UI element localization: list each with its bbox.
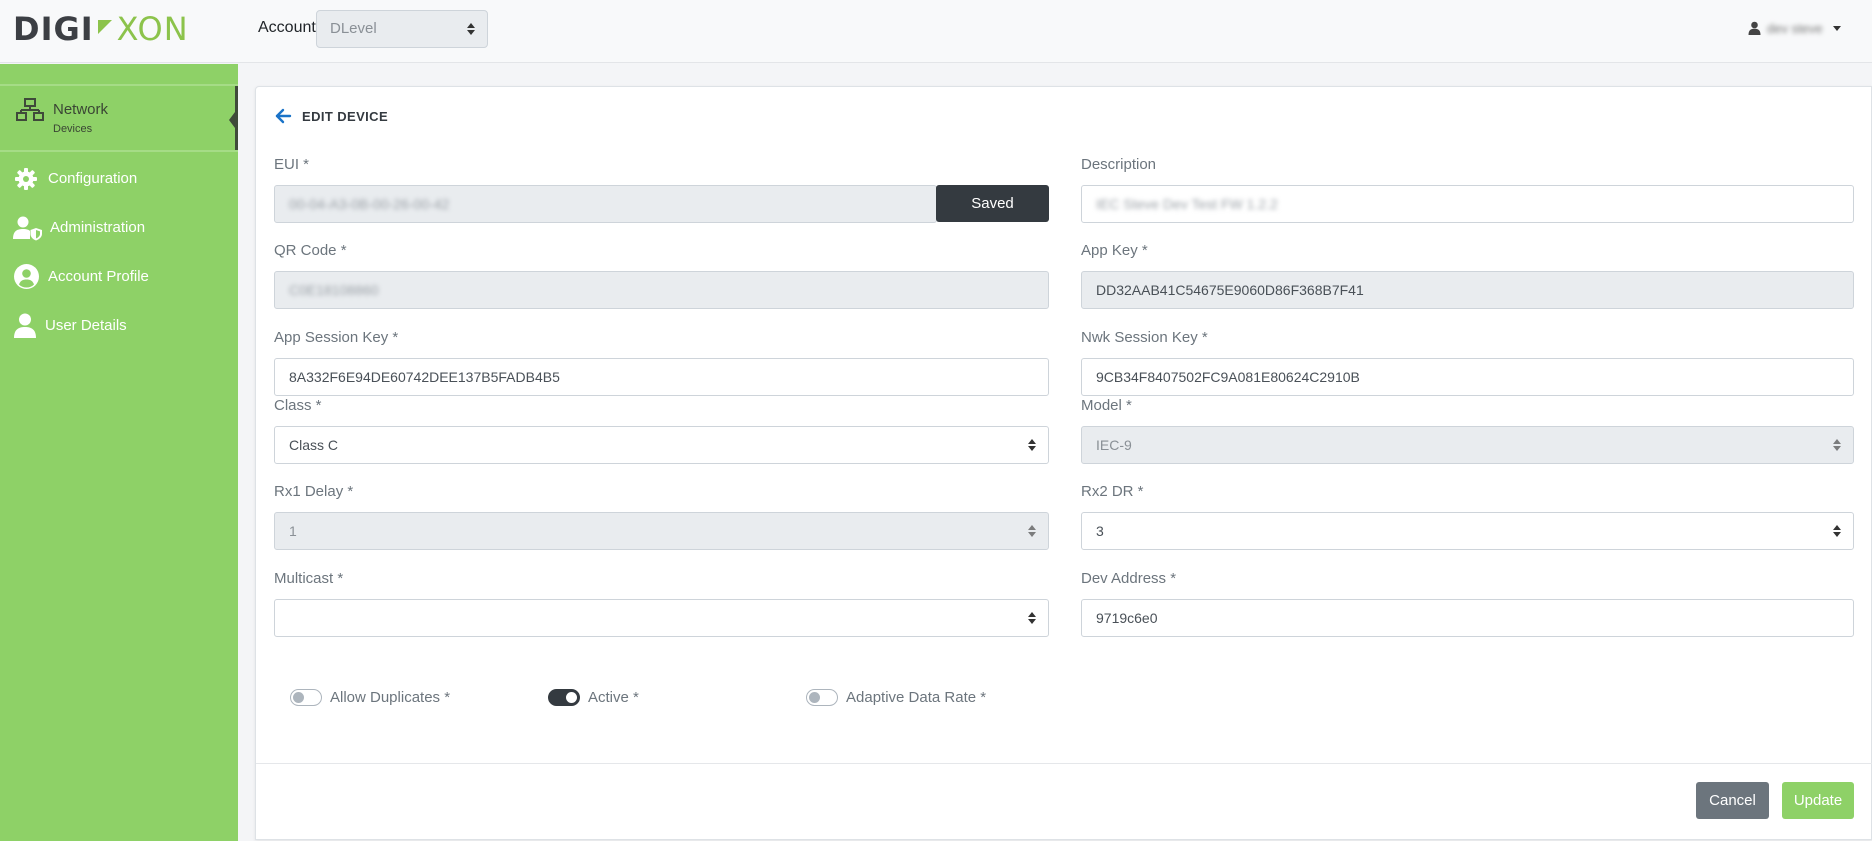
sidebar: Network Devices Configuration Administra…	[0, 64, 238, 841]
app-key-input[interactable]: DD32AAB41C54675E9060D86F368B7F41	[1081, 271, 1854, 309]
app-key-value: DD32AAB41C54675E9060D86F368B7F41	[1096, 282, 1364, 298]
active-switch[interactable]	[548, 689, 580, 706]
eui-label: EUI *	[274, 156, 310, 173]
class-select-value: Class C	[289, 437, 339, 453]
allow-duplicates-label: Allow Duplicates *	[330, 689, 451, 706]
saved-button[interactable]: Saved	[936, 185, 1049, 222]
select-arrows-icon	[1028, 525, 1036, 537]
logo-text-digi: DIGI	[13, 10, 94, 48]
select-arrows-icon	[1028, 439, 1036, 451]
card-header: EDIT DEVICE	[274, 107, 388, 125]
arrow-left-icon[interactable]	[274, 107, 292, 125]
eui-value: 00-04-A3-0B-00-26-00-42	[289, 196, 450, 212]
user-icon	[14, 313, 36, 338]
sidebar-item-account-profile[interactable]: Account Profile	[0, 256, 238, 296]
digixon-logo[interactable]: DIGI XON	[13, 13, 189, 45]
select-arrows-icon	[467, 23, 475, 35]
cancel-button[interactable]: Cancel	[1696, 782, 1769, 819]
sidebar-item-user-details-label: User Details	[45, 316, 127, 334]
rx2-dr-label: Rx2 DR *	[1081, 483, 1144, 500]
active-label: Active *	[588, 689, 639, 706]
account-label: Account	[258, 19, 316, 36]
sidebar-item-administration[interactable]: Administration	[0, 207, 238, 247]
adaptive-data-rate-label: Adaptive Data Rate *	[846, 689, 987, 706]
active-toggle[interactable]: Active *	[548, 689, 639, 706]
switch-knob	[293, 692, 304, 703]
adaptive-data-rate-toggle[interactable]: Adaptive Data Rate *	[806, 689, 986, 706]
description-label: Description	[1081, 156, 1157, 173]
rx2-dr-select[interactable]: 3	[1081, 512, 1854, 550]
account-select[interactable]: DLevel	[316, 10, 488, 48]
qr-code-input[interactable]: C0E18108860	[274, 271, 1049, 309]
sidebar-item-user-details[interactable]: User Details	[0, 305, 238, 345]
description-value: IEC Steve Dev Test FW 1.2.2	[1096, 196, 1278, 212]
app-key-label: App Key *	[1081, 242, 1148, 259]
logo-slash-icon	[97, 20, 112, 34]
rx1-delay-label: Rx1 Delay *	[274, 483, 354, 500]
user-shield-icon	[13, 216, 42, 241]
allow-duplicates-switch[interactable]	[290, 689, 322, 706]
select-arrows-icon	[1028, 612, 1036, 624]
user-menu[interactable]: dev steve	[1748, 18, 1841, 38]
network-icon	[16, 98, 44, 121]
sidebar-item-network-sublabel: Devices	[53, 123, 93, 135]
page-title: EDIT DEVICE	[302, 108, 389, 124]
sidebar-item-account-profile-label: Account Profile	[48, 267, 149, 285]
model-select[interactable]: IEC-9	[1081, 426, 1854, 464]
app-session-key-label: App Session Key *	[274, 329, 399, 346]
logo-text-xon: XON	[116, 10, 189, 48]
active-indicator	[235, 86, 238, 150]
qr-code-label: QR Code *	[274, 242, 347, 259]
user-name: dev steve	[1767, 20, 1823, 36]
gear-icon	[15, 168, 37, 190]
nwk-session-key-input[interactable]: 9CB34F8407502FC9A081E80624C2910B	[1081, 358, 1854, 396]
rx1-delay-select[interactable]: 1	[274, 512, 1049, 550]
switch-knob	[809, 692, 820, 703]
footer-divider	[256, 763, 1872, 764]
dev-address-input[interactable]: 9719c6e0	[1081, 599, 1854, 637]
model-select-value: IEC-9	[1096, 437, 1132, 453]
select-arrows-icon	[1833, 439, 1841, 451]
class-label: Class *	[274, 397, 322, 414]
sidebar-item-configuration[interactable]: Configuration	[0, 158, 238, 198]
dev-address-label: Dev Address *	[1081, 570, 1177, 587]
dev-address-value: 9719c6e0	[1096, 610, 1158, 626]
nwk-session-key-label: Nwk Session Key *	[1081, 329, 1208, 346]
model-label: Model *	[1081, 397, 1132, 414]
sidebar-item-network[interactable]: Network Devices	[0, 84, 238, 152]
qr-code-value: C0E18108860	[289, 282, 379, 298]
user-circle-icon	[14, 264, 39, 289]
rx1-delay-select-value: 1	[289, 523, 297, 539]
multicast-select[interactable]	[274, 599, 1049, 637]
allow-duplicates-toggle[interactable]: Allow Duplicates *	[290, 689, 450, 706]
user-icon	[1748, 21, 1761, 35]
rx2-dr-select-value: 3	[1096, 523, 1104, 539]
app-session-key-input[interactable]: 8A332F6E94DE60742DEE137B5FADB4B5	[274, 358, 1049, 396]
top-bar: DIGI XON Account DLevel dev steve	[0, 0, 1872, 63]
chevron-down-icon	[1832, 25, 1841, 31]
class-select[interactable]: Class C	[274, 426, 1049, 464]
description-input[interactable]: IEC Steve Dev Test FW 1.2.2	[1081, 185, 1854, 223]
switch-knob	[566, 692, 577, 703]
account-select-value: DLevel	[330, 20, 377, 37]
sidebar-item-network-label: Network	[53, 101, 109, 118]
multicast-label: Multicast *	[274, 570, 344, 587]
eui-input[interactable]: 00-04-A3-0B-00-26-00-42	[274, 185, 937, 223]
select-arrows-icon	[1833, 525, 1841, 537]
edit-device-card: EDIT DEVICE EUI * 00-04-A3-0B-00-26-00-4…	[255, 86, 1872, 840]
update-button[interactable]: Update	[1782, 782, 1854, 819]
sidebar-item-administration-label: Administration	[50, 218, 146, 236]
sidebar-item-configuration-label: Configuration	[48, 169, 138, 187]
adaptive-data-rate-switch[interactable]	[806, 689, 838, 706]
active-notch	[229, 112, 235, 128]
nwk-session-key-value: 9CB34F8407502FC9A081E80624C2910B	[1096, 369, 1360, 385]
app-session-key-value: 8A332F6E94DE60742DEE137B5FADB4B5	[289, 369, 560, 385]
